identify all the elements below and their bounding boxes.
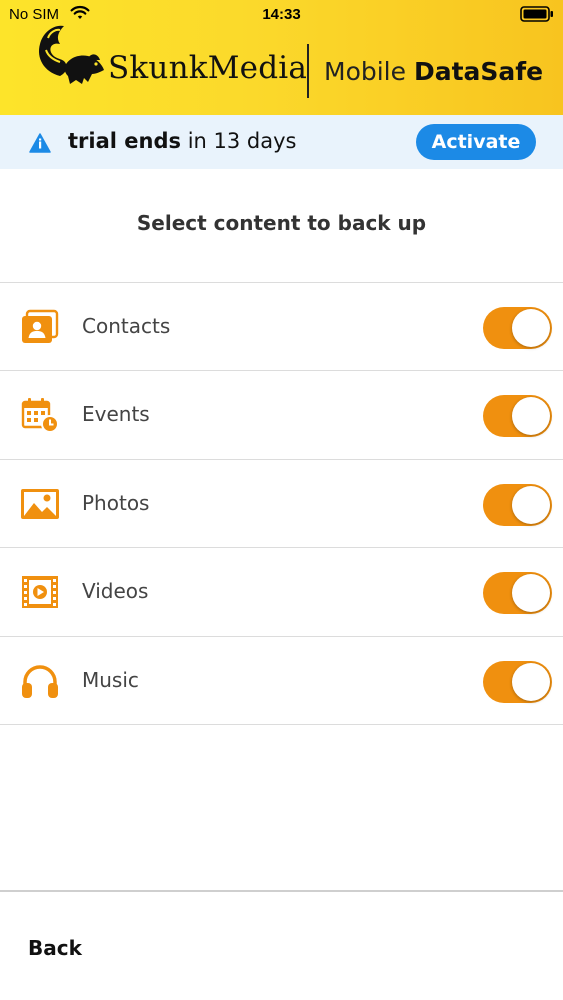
toggle-photos[interactable] — [483, 483, 552, 526]
toggle-knob — [512, 574, 550, 613]
info-icon — [29, 133, 51, 153]
list-item-photos: Photos — [0, 460, 563, 549]
trial-banner: trial ends in 13 days Activate — [0, 115, 563, 169]
toggle-knob — [512, 662, 550, 701]
list-item-contacts: Contacts — [0, 283, 563, 372]
trial-message-rest: in 13 days — [187, 129, 297, 153]
brand-divider — [307, 44, 309, 98]
trial-message: trial ends in 13 days — [68, 129, 296, 153]
product-name: Mobile DataSafe — [324, 57, 543, 86]
content-type-list: Contacts Events Photos Videos Music — [0, 282, 563, 725]
back-button[interactable]: Back — [28, 936, 82, 960]
video-icon — [22, 576, 58, 609]
trial-message-bold: trial ends — [68, 129, 181, 153]
activate-button[interactable]: Activate — [416, 124, 536, 160]
brand-name: SkunkMedia — [108, 50, 308, 86]
toggle-videos[interactable] — [483, 572, 552, 615]
list-item-music: Music — [0, 637, 563, 725]
toggle-knob — [512, 397, 550, 436]
list-item-label: Events — [82, 402, 150, 427]
list-item-label: Videos — [82, 579, 149, 604]
product-prefix: Mobile — [324, 57, 407, 86]
skunk-logo-icon — [38, 25, 104, 84]
battery-icon — [520, 6, 553, 22]
list-item-label: Photos — [82, 490, 150, 515]
list-item-label: Music — [82, 667, 139, 692]
toggle-contacts[interactable] — [483, 307, 552, 349]
footer-bar: Back — [0, 890, 563, 1000]
photo-icon — [21, 488, 59, 519]
toggle-events[interactable] — [483, 395, 552, 438]
list-item-events: Events — [0, 371, 563, 460]
contacts-icon — [22, 309, 59, 343]
app-header: No SIM 14:33 SkunkMedia Mobile DataSafe — [0, 0, 563, 115]
toggle-knob — [512, 485, 550, 524]
toggle-music[interactable] — [483, 660, 552, 703]
list-item-label: Contacts — [82, 314, 171, 338]
page-title: Select content to back up — [136, 211, 427, 235]
list-item-videos: Videos — [0, 548, 563, 637]
product-bold: DataSafe — [413, 57, 544, 86]
toggle-knob — [512, 309, 550, 347]
calendar-icon — [21, 398, 59, 434]
headphones-icon — [22, 664, 58, 698]
